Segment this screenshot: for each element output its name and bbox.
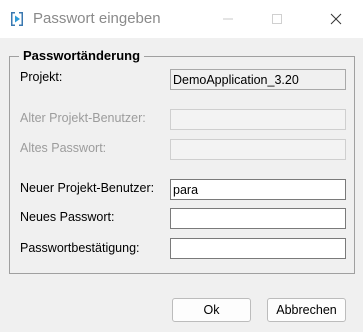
window-title: Passwort eingeben xyxy=(33,10,161,27)
app-icon xyxy=(9,11,25,27)
new-password-label: Neues Passwort: xyxy=(20,210,115,224)
old-user-label: Alter Projekt-Benutzer: xyxy=(20,111,146,125)
password-dialog: Passwort eingeben Passwortänderung Proje… xyxy=(0,0,363,332)
old-password-field xyxy=(170,139,346,160)
project-field: DemoApplication_3.20 xyxy=(170,69,346,90)
project-label: Projekt: xyxy=(20,70,63,84)
new-user-input[interactable]: para xyxy=(170,179,346,200)
new-password-input[interactable] xyxy=(170,208,346,229)
maximize-button[interactable] xyxy=(255,0,299,38)
close-icon xyxy=(330,13,342,25)
group-legend: Passwortänderung xyxy=(19,48,145,63)
confirm-password-label: Passwortbestätigung: xyxy=(20,241,140,255)
new-user-label: Neuer Projekt-Benutzer: xyxy=(20,181,155,195)
close-button[interactable] xyxy=(314,0,358,38)
confirm-password-input[interactable] xyxy=(170,238,346,259)
ok-button[interactable]: Ok xyxy=(172,298,251,322)
dialog-content: Passwortänderung Projekt: DemoApplicatio… xyxy=(0,38,363,288)
minimize-button[interactable] xyxy=(206,0,250,38)
minimize-icon xyxy=(223,18,233,20)
title-bar: Passwort eingeben xyxy=(0,0,363,38)
cancel-button[interactable]: Abbrechen xyxy=(267,298,346,322)
maximize-icon xyxy=(272,14,282,24)
old-user-field xyxy=(170,109,346,130)
old-password-label: Altes Passwort: xyxy=(20,141,107,155)
